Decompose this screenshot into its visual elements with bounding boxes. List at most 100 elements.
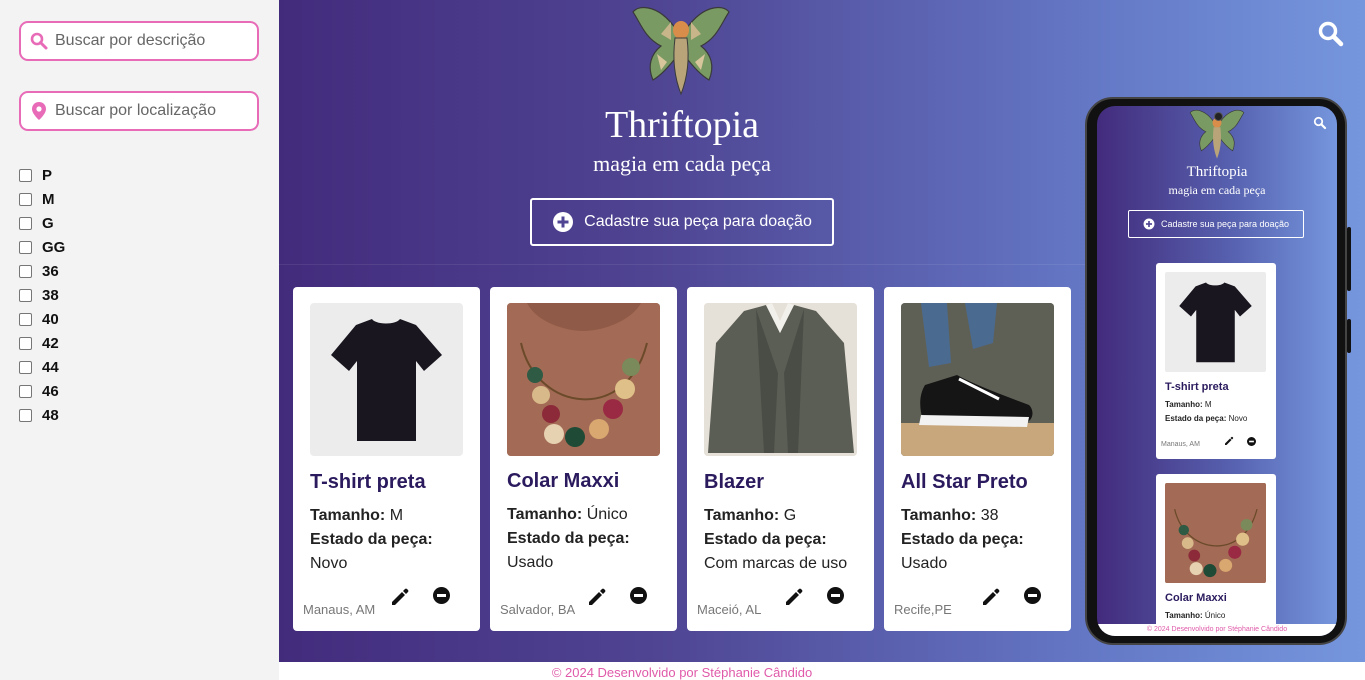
size-label: 46: [42, 382, 59, 400]
size-filter-44[interactable]: 44: [19, 355, 65, 379]
phone-side-button: [1347, 319, 1351, 353]
phone-mockup: Thriftopia magia em cada peça Cadastre s…: [1085, 97, 1351, 645]
item-condition-label: Estado da peça:: [310, 531, 433, 548]
size-filter-36[interactable]: 36: [19, 259, 65, 283]
size-filter-46[interactable]: 46: [19, 379, 65, 403]
footer: © 2024 Desenvolvido por Stéphanie Cândid…: [1097, 624, 1337, 636]
item-size: Tamanho: Único: [1165, 611, 1226, 620]
item-condition: Usado: [507, 554, 554, 571]
item-size: Tamanho: 38: [901, 507, 999, 524]
checkbox[interactable]: [19, 216, 32, 230]
item-title: T-shirt preta: [1165, 381, 1229, 393]
size-label: GG: [42, 238, 66, 256]
checkbox[interactable]: [19, 312, 32, 326]
necklace-image: [507, 303, 660, 456]
item-title: T-shirt preta: [310, 471, 426, 493]
item-card[interactable]: All Star Preto Tamanho: 38 Estado da peç…: [884, 287, 1071, 631]
add-donation-label: Cadastre sua peça para doação: [1160, 219, 1290, 229]
footer-background: [1085, 662, 1365, 680]
checkbox[interactable]: [19, 288, 32, 302]
size-label: 36: [42, 262, 59, 280]
item-title: Blazer: [704, 471, 765, 493]
item-location: Manaus, AM: [1161, 441, 1200, 448]
size-filter-42[interactable]: 42: [19, 331, 65, 355]
item-title: Colar Maxxi: [1165, 592, 1227, 604]
size-filter-p[interactable]: P: [19, 163, 65, 187]
footer: © 2024 Desenvolvido por Stéphanie Cândid…: [279, 662, 1085, 680]
item-card[interactable]: Blazer Tamanho: G Estado da peça: Com ma…: [687, 287, 874, 631]
item-size: Tamanho: G: [704, 507, 797, 524]
search-location-box[interactable]: [19, 91, 259, 131]
pencil-icon[interactable]: [390, 587, 410, 607]
minus-circle-icon[interactable]: [1024, 587, 1041, 604]
add-donation-label: Cadastre sua peça para doação: [584, 213, 812, 230]
tshirt-image: [310, 303, 463, 456]
item-location: Manaus, AM: [303, 602, 376, 617]
app-subtitle: magia em cada peça: [593, 151, 771, 176]
plus-circle-icon: [552, 211, 574, 233]
size-filter-gg[interactable]: GG: [19, 235, 65, 259]
search-description-box[interactable]: [19, 21, 259, 61]
search-icon: [29, 31, 49, 51]
phone-camera: [1214, 112, 1223, 121]
checkbox[interactable]: [19, 240, 32, 254]
divider: [279, 264, 1085, 265]
item-location: Maceió, AL: [697, 602, 762, 617]
size-filter-48[interactable]: 48: [19, 403, 65, 427]
tshirt-image: [1165, 272, 1266, 372]
checkbox[interactable]: [19, 360, 32, 374]
item-card[interactable]: Colar Maxxi Tamanho: Único Estado da peç…: [490, 287, 677, 631]
size-filter-g[interactable]: G: [19, 211, 65, 235]
plus-circle-icon: [1143, 218, 1155, 230]
search-location-input[interactable]: [55, 102, 245, 120]
location-pin-icon: [29, 101, 49, 121]
app-title: Thriftopia: [1186, 164, 1248, 180]
minus-circle-icon[interactable]: [827, 587, 844, 604]
item-title: All Star Preto: [901, 471, 1028, 493]
pencil-icon[interactable]: [784, 587, 804, 607]
checkbox[interactable]: [19, 408, 32, 422]
search-icon[interactable]: [1317, 20, 1345, 48]
checkbox[interactable]: [19, 168, 32, 182]
item-condition: Com marcas de uso: [704, 555, 848, 572]
blazer-image: [704, 303, 857, 456]
minus-circle-icon: [1247, 433, 1256, 446]
add-donation-button: Cadastre sua peça para doação: [1128, 210, 1304, 238]
sidebar: P M G GG 36 38 40 42 44 46 48: [0, 0, 279, 680]
size-filter-38[interactable]: 38: [19, 283, 65, 307]
size-filter-m[interactable]: M: [19, 187, 65, 211]
necklace-image: [1165, 483, 1266, 583]
phone-screen: Thriftopia magia em cada peça Cadastre s…: [1097, 106, 1337, 636]
item-card[interactable]: T-shirt preta Tamanho: M Estado da peça:…: [293, 287, 480, 631]
size-label: M: [42, 190, 55, 208]
minus-circle-icon[interactable]: [630, 587, 647, 604]
main-area: Thriftopia magia em cada peça Cadastre s…: [279, 0, 1365, 662]
app-subtitle: magia em cada peça: [1168, 183, 1266, 197]
search-icon: [1313, 116, 1327, 130]
size-label: P: [42, 166, 53, 184]
phone-side-button: [1347, 227, 1351, 291]
item-condition: Usado: [901, 555, 948, 572]
item-condition: Estado da peça: Novo: [1165, 414, 1248, 423]
checkbox[interactable]: [19, 192, 32, 206]
size-filter-list: P M G GG 36 38 40 42 44 46 48: [19, 163, 65, 427]
add-donation-button[interactable]: Cadastre sua peça para doação: [530, 198, 834, 246]
size-label: 48: [42, 406, 59, 424]
pencil-icon[interactable]: [587, 587, 607, 607]
sneakers-image: [901, 303, 1054, 456]
minus-circle-icon[interactable]: [433, 587, 450, 604]
size-filter-40[interactable]: 40: [19, 307, 65, 331]
pencil-icon[interactable]: [981, 587, 1001, 607]
item-location: Recife,PE: [894, 602, 952, 617]
item-condition-label: Estado da peça:: [507, 530, 630, 547]
checkbox[interactable]: [19, 384, 32, 398]
size-label: G: [42, 214, 54, 232]
item-condition-label: Estado da peça:: [901, 531, 1024, 548]
pencil-icon: [1224, 433, 1234, 445]
checkbox[interactable]: [19, 264, 32, 278]
search-description-input[interactable]: [55, 32, 245, 50]
item-card: T-shirt preta Tamanho: M Estado da peça:…: [1156, 263, 1276, 459]
item-location: Salvador, BA: [500, 602, 576, 617]
checkbox[interactable]: [19, 336, 32, 350]
size-label: 44: [42, 358, 59, 376]
